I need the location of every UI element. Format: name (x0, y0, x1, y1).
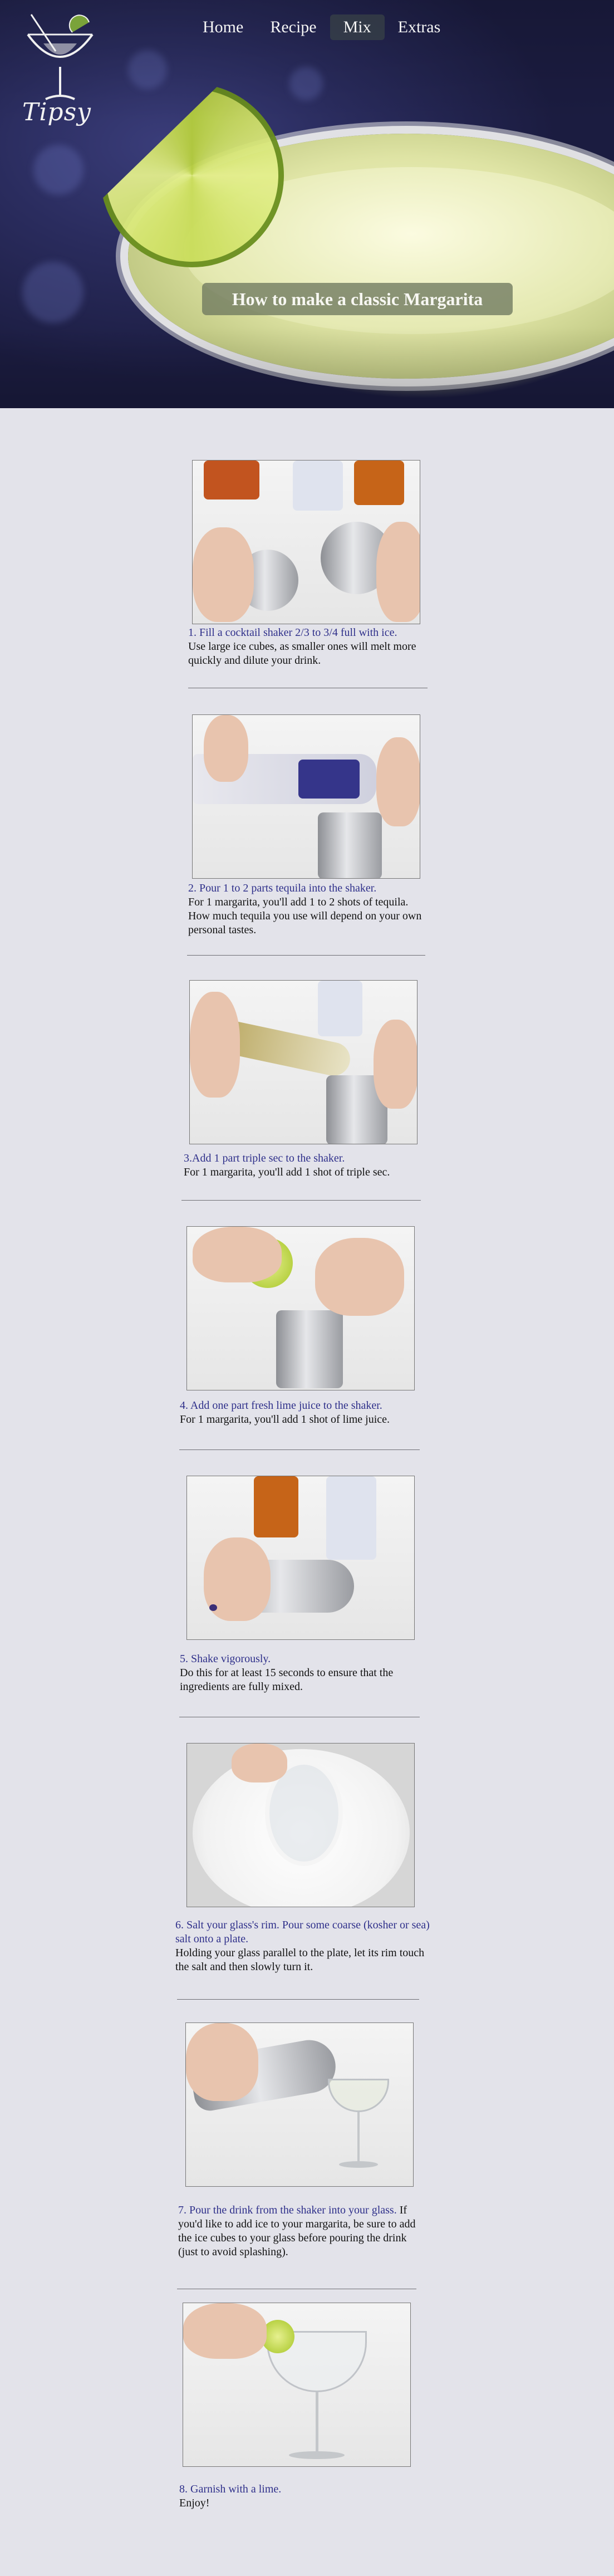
divider (181, 1200, 421, 1201)
step-4-body: For 1 margarita, you'll add 1 shot of li… (180, 1413, 390, 1426)
step-2-photo (192, 714, 420, 879)
step-1-photo (192, 460, 420, 624)
hand-image (183, 2303, 267, 2359)
hand-image (232, 1744, 287, 1782)
hand-image (374, 1020, 417, 1109)
step-2-body: For 1 margarita, you'll add 1 to 2 shots… (188, 896, 422, 936)
bottle-image (204, 461, 259, 499)
step-5-body: Do this for at least 15 seconds to ensur… (180, 1667, 394, 1693)
step-3-heading: 3.Add 1 part triple sec to the shaker. (184, 1152, 345, 1164)
divider (187, 955, 425, 956)
step-4-text: 4. Add one part fresh lime juice to the … (180, 1399, 436, 1427)
step-4-photo (186, 1226, 415, 1390)
hand-image (376, 737, 420, 826)
margarita-glass-image (328, 2079, 389, 2112)
hand-image (186, 2023, 258, 2101)
step-6-body: Holding your glass parallel to the plate… (175, 1947, 425, 1973)
page-title: How to make a classic Margarita (202, 283, 513, 315)
step-1-body: Use large ice cubes, as smaller ones wil… (188, 640, 416, 667)
tequila-bottle-image (293, 461, 343, 511)
step-2-heading: 2. Pour 1 to 2 parts tequila into the sh… (188, 882, 377, 894)
hand-image (190, 992, 240, 1098)
brand-name[interactable]: Tipsy (22, 98, 91, 126)
shaker-tin-image (318, 812, 382, 878)
tequila-bottle-image (318, 981, 362, 1036)
shaker-tin-image (276, 1310, 343, 1388)
step-7-photo (185, 2022, 414, 2187)
step-7-text: 7. Pour the drink from the shaker into y… (178, 2203, 423, 2259)
step-8-heading: 8. Garnish with a lime. (179, 2483, 282, 2495)
nav-extras[interactable]: Extras (385, 14, 454, 40)
hero-banner: Tipsy Home Recipe Mix Extras How to make… (0, 0, 614, 408)
step-3-text: 3.Add 1 part triple sec to the shaker. F… (184, 1152, 429, 1179)
glass-base-image (339, 2161, 378, 2168)
glass-stem-image (357, 2112, 360, 2162)
nail-image (209, 1604, 217, 1611)
divider (179, 1449, 420, 1450)
hand-image (315, 1238, 404, 1316)
nav-home[interactable]: Home (189, 14, 257, 40)
nav-recipe[interactable]: Recipe (257, 14, 330, 40)
step-3-photo (189, 980, 417, 1144)
glass-stem-image (316, 2392, 318, 2453)
step-5-heading: 5. Shake vigorously. (180, 1653, 271, 1665)
tequila-bottle-image (326, 1476, 376, 1560)
glass-base-image (289, 2451, 345, 2459)
step-8-body: Enjoy! (179, 2497, 210, 2509)
step-8-photo (183, 2303, 411, 2467)
hand-image (204, 715, 248, 782)
step-4-heading: 4. Add one part fresh lime juice to the … (180, 1399, 382, 1412)
hand-image (193, 1227, 282, 1282)
step-8-text: 8. Garnish with a lime. Enjoy! (179, 2482, 424, 2510)
step-1-text: 1. Fill a cocktail shaker 2/3 to 3/4 ful… (188, 626, 433, 668)
hand-image (193, 527, 254, 622)
triple-sec-bottle-image (354, 461, 404, 505)
step-6-photo (186, 1743, 415, 1907)
nav-mix[interactable]: Mix (330, 14, 385, 40)
main-nav: Home Recipe Mix Extras (189, 14, 454, 40)
step-6-text: 6. Salt your glass's rim. Pour some coar… (175, 1918, 431, 1974)
triple-sec-bottle-image (254, 1476, 298, 1537)
step-2-text: 2. Pour 1 to 2 parts tequila into the sh… (188, 881, 422, 937)
divider (177, 1999, 419, 2000)
step-1-heading: 1. Fill a cocktail shaker 2/3 to 3/4 ful… (188, 626, 397, 639)
step-7-heading: 7. Pour the drink from the shaker into y… (178, 2204, 397, 2216)
step-5-photo (186, 1476, 415, 1640)
hand-image (376, 522, 420, 622)
step-6-heading: 6. Salt your glass's rim. Pour some coar… (175, 1919, 430, 1945)
step-5-text: 5. Shake vigorously. Do this for at leas… (180, 1652, 425, 1694)
step-3-body: For 1 margarita, you'll add 1 shot of tr… (184, 1166, 390, 1178)
bottle-label-image (298, 760, 360, 799)
